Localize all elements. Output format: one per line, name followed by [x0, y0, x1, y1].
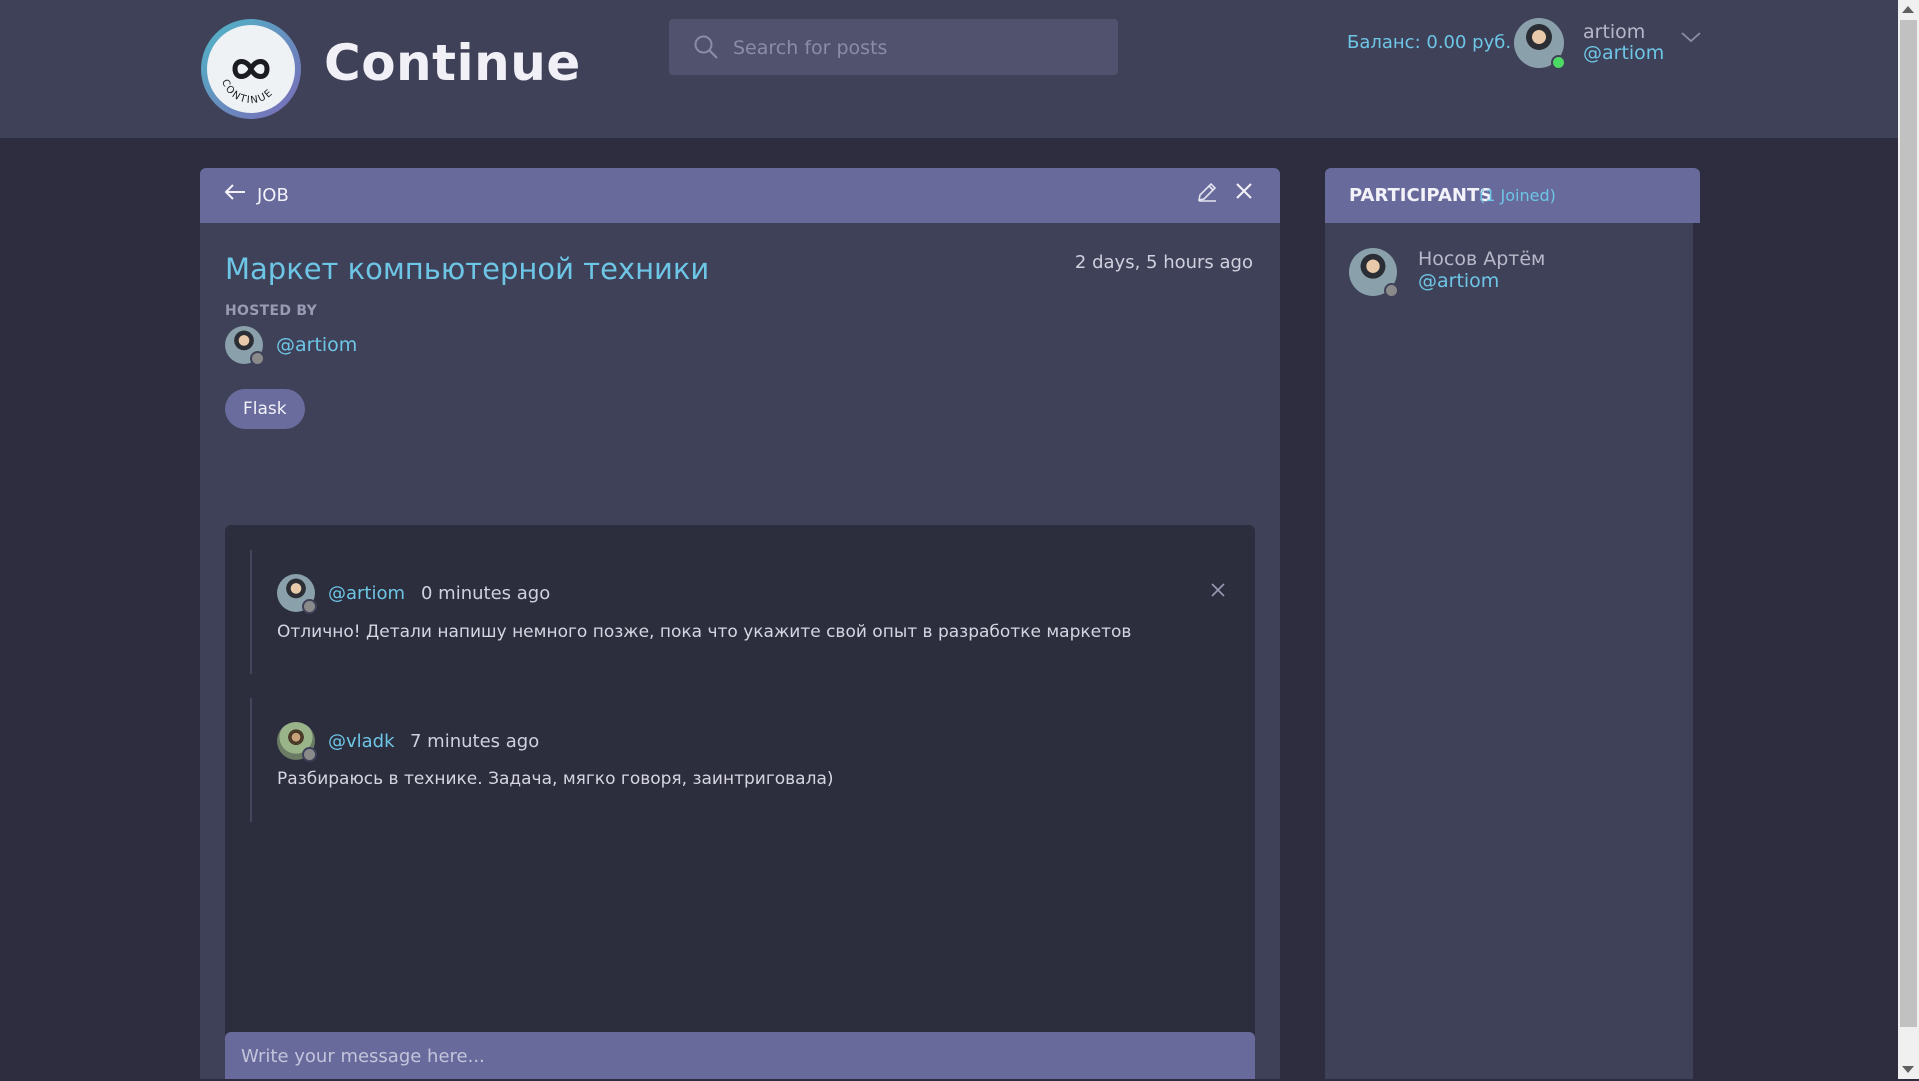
host-handle[interactable]: @artiom — [276, 334, 357, 356]
user-handle[interactable]: @artiom — [1583, 42, 1664, 64]
room-panel: JOB Маркет компьютерной техники 2 days, … — [200, 168, 1280, 1081]
chevron-down-icon[interactable] — [1680, 30, 1702, 44]
search-box[interactable] — [669, 19, 1118, 77]
message-author[interactable]: @artiom — [328, 583, 405, 604]
page-scrollbar[interactable] — [1898, 0, 1919, 1079]
message-input[interactable] — [239, 1032, 1233, 1081]
host-avatar[interactable] — [225, 326, 265, 366]
balance-label[interactable]: Баланс: 0.00 руб. — [1347, 32, 1511, 53]
message-composer[interactable] — [225, 1032, 1255, 1081]
participant-name[interactable]: Носов Артём — [1418, 248, 1545, 270]
svg-text:CONTINUE: CONTINUE — [219, 78, 276, 106]
offline-status-dot — [302, 747, 317, 762]
offline-status-dot — [250, 351, 265, 366]
scroll-up-arrow-icon[interactable] — [1902, 6, 1914, 13]
message-body: Отлично! Детали напишу немного позже, по… — [277, 622, 1132, 642]
search-icon — [694, 35, 718, 59]
participants-count: (1 Joined) — [1479, 186, 1556, 205]
message-item: @vladk 7 minutes ago Разбираюсь в техник… — [250, 698, 1212, 822]
back-label[interactable]: JOB — [257, 185, 289, 206]
offline-status-dot — [1384, 283, 1399, 298]
message-item: @artiom 0 minutes ago Отлично! Детали на… — [250, 550, 1225, 674]
app-title[interactable]: Continue — [324, 34, 581, 92]
online-status-dot — [1551, 55, 1566, 70]
arrow-left-icon[interactable] — [223, 182, 247, 202]
close-icon[interactable] — [1235, 182, 1253, 200]
message-body: Разбираюсь в технике. Задача, мягко гово… — [277, 769, 834, 789]
offline-status-dot — [302, 599, 317, 614]
hosted-by-label: HOSTED BY — [225, 303, 318, 319]
user-avatar[interactable] — [1514, 18, 1566, 70]
message-author[interactable]: @vladk — [328, 731, 395, 752]
message-time: 7 minutes ago — [410, 731, 540, 752]
participant-avatar[interactable] — [1349, 248, 1399, 298]
room-panel-header: JOB — [200, 168, 1280, 223]
logo-text: CONTINUE — [219, 78, 274, 106]
scrollbar-thumb[interactable] — [1900, 20, 1917, 1027]
participants-header: PARTICIPANTS (1 Joined) — [1325, 168, 1700, 223]
close-icon[interactable] — [1210, 582, 1226, 598]
message-time: 0 minutes ago — [421, 583, 551, 604]
pencil-icon[interactable] — [1195, 180, 1219, 204]
top-navbar: CONTINUE Continue Баланс: 0.00 руб. arti… — [0, 0, 1898, 138]
message-thread: @artiom 0 minutes ago Отлично! Детали на… — [225, 525, 1255, 1079]
app-logo[interactable]: CONTINUE — [201, 19, 301, 119]
topic-tag[interactable]: Flask — [225, 389, 305, 429]
participants-title: PARTICIPANTS — [1349, 185, 1493, 206]
participant-handle[interactable]: @artiom — [1418, 270, 1499, 292]
message-avatar[interactable] — [277, 574, 317, 614]
infinity-logo-icon: CONTINUE — [207, 25, 295, 113]
room-created-time: 2 days, 5 hours ago — [1074, 252, 1253, 273]
user-name[interactable]: artiom — [1583, 21, 1645, 43]
participants-panel: PARTICIPANTS (1 Joined) Носов Артём @art… — [1325, 168, 1700, 1079]
search-input[interactable] — [731, 19, 1105, 77]
scroll-down-arrow-icon[interactable] — [1902, 1066, 1914, 1073]
room-title: Маркет компьютерной техники — [225, 252, 710, 286]
message-avatar[interactable] — [277, 722, 317, 762]
